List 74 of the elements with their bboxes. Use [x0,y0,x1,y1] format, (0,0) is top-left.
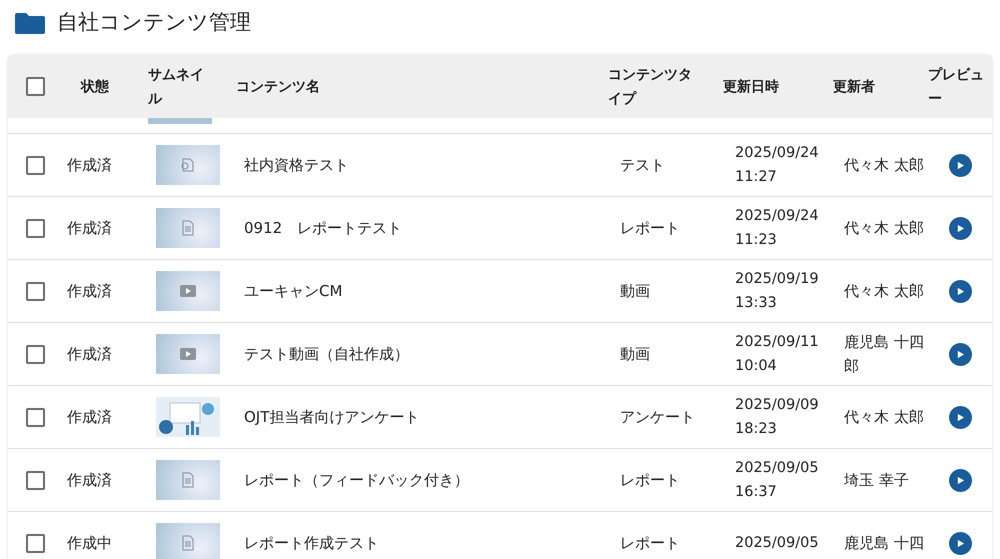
updated-datetime: 2025/09/09 18:23 [734,396,820,439]
checkbox[interactable] [26,218,45,238]
updater-name: 埼玉 幸子 [843,470,910,491]
page-title: 自社コンテンツ管理 [57,9,251,36]
updated-datetime: 2025/09/19 13:33 [734,270,820,313]
updater-name: 鹿児島 十四郎 [843,332,925,377]
updater-name: 代々木 太郎 [843,407,925,428]
content-type: レポート [619,532,681,554]
play-icon [956,160,964,170]
play-icon [956,412,964,422]
play-icon [956,350,964,358]
preview-play-button[interactable] [948,468,972,492]
preview-play-button[interactable] [948,154,972,176]
status-text: 作成済 [66,280,113,302]
updated-datetime: 2025/09/11 10:04 [734,333,820,376]
updater-name: 代々木 太郎 [843,155,925,176]
content-name: レポート作成テスト [243,532,380,554]
column-header: 更新日時 [723,78,780,96]
video-thumbnail [156,271,220,311]
chart-photo-thumbnail [156,397,220,437]
document-thumbnail [156,208,220,248]
content-name: ユーキャンCM [243,280,344,302]
content-name: 0912 レポートテスト [243,218,404,239]
content-type: テスト [619,154,666,176]
status-text: 作成済 [66,406,113,428]
updater-name: 鹿児島 十四 [843,533,925,554]
status-text: 作成済 [66,218,113,239]
updated-datetime: 2025/09/24 11:27 [734,144,820,187]
play-icon [956,538,964,548]
status-text: 作成中 [66,532,113,554]
document-thumbnail [156,523,220,559]
content-name: テスト動画（自社作成） [243,344,410,365]
content-name: レポート（フィードバック付き） [243,470,470,491]
column-header: 状態 [81,78,110,96]
updater-name: 代々木 太郎 [843,218,925,239]
preview-play-button[interactable] [948,406,972,428]
content-type: レポート [619,218,681,239]
play-icon [956,476,964,484]
preview-play-button[interactable] [948,216,972,240]
column-header: 更新者 [833,78,876,96]
content-type: 動画 [619,344,651,365]
status-text: 作成済 [66,344,113,365]
column-header: コンテンツタイプ [608,66,693,108]
preview-play-button[interactable] [948,280,972,302]
play-icon [956,286,964,296]
updater-name: 代々木 太郎 [843,281,925,302]
column-header: コンテンツ名 [236,78,321,96]
checkbox[interactable] [26,344,45,364]
column-header: サムネイル [148,66,205,108]
content-type: アンケート [619,406,696,428]
content-name: 社内資格テスト [243,154,350,176]
play-icon [956,224,964,232]
content-type: 動画 [619,280,651,302]
status-text: 作成済 [66,470,113,491]
column-header: プレビュー [928,66,984,108]
document-thumbnail [156,460,220,500]
content-type: レポート [619,470,681,491]
checkbox[interactable] [26,534,45,552]
checkbox[interactable] [26,77,45,96]
status-text: 作成済 [66,154,113,176]
checkbox[interactable] [26,408,45,426]
checkbox[interactable] [26,156,45,174]
updated-datetime: 2025/09/05 16:37 [734,459,820,502]
updated-datetime: 2025/09/05 [734,534,820,553]
checkbox[interactable] [26,282,45,300]
test-thumbnail [156,145,220,185]
preview-play-button[interactable] [948,342,972,366]
thumbnail-edge [148,118,212,124]
folder-icon [15,12,45,34]
preview-play-button[interactable] [948,532,972,554]
updated-datetime: 2025/09/24 11:23 [734,207,820,250]
checkbox[interactable] [26,470,45,490]
video-thumbnail [156,334,220,374]
content-name: OJT担当者向けアンケート [243,406,420,428]
